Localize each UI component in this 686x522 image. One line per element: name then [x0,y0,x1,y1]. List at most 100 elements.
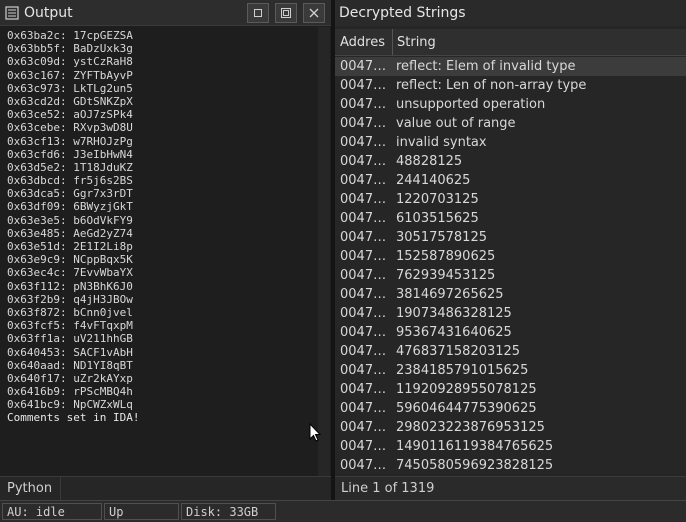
output-line-address: 0x63c167: [7,68,67,82]
status-bar: AU: idle Up Disk: 33GB [0,500,686,522]
output-line-value: NpCWZxWLq [73,398,133,412]
cell-string: 1220703125 [396,192,479,207]
table-row[interactable]: 0047… 59604644775390625 [335,399,686,418]
output-line-address: 0x63f2b9: [7,292,67,306]
cell-address: 0047… [340,287,387,302]
cell-string: reflect: Elem of invalid type [396,59,576,74]
output-line-address: 0x63c09d: [7,55,67,69]
output-line-address: 0x63f112: [7,279,67,293]
cell-string: 476837158203125 [396,344,521,359]
output-line: 0x63ce52: aOJ7zSPk4 [7,108,331,121]
cell-address: 0047… [340,116,387,131]
column-header-string[interactable]: String [393,35,436,50]
cell-string: 762939453125 [396,268,496,283]
table-row[interactable]: 0047… reflect: Len of non-array type [335,76,686,95]
output-line-address: 0x63ff1a: [7,332,67,346]
python-input-bar[interactable]: Python [0,476,331,500]
restore-icon [254,8,262,17]
output-line-value: 2E1I2Li8p [73,240,133,253]
table-row[interactable]: 0047… 1490116119384765625 [335,437,686,456]
au-status: AU: idle [2,503,102,520]
output-line: 0x63df09: 6BWyzjGkT [7,200,331,213]
close-icon [309,8,319,17]
output-line: 0x63e51d: 2E1I2Li8p [7,240,331,253]
column-header-address[interactable]: Addres [335,29,393,55]
cell-address: 0047… [340,211,387,226]
cell-address: 0047… [340,135,387,150]
cell-address: 0047… [340,192,387,207]
output-line: 0x63cebe: RXvp3wD8U [7,121,331,134]
cell-address: 0047… [340,59,387,74]
output-line-address: 0x63fcf5: [7,319,67,333]
table-row[interactable]: 0047… 30517578125 [335,228,686,247]
python-language-button[interactable]: Python [0,477,62,500]
decrypted-strings-pane: Decrypted Strings Addres String 0047… ref… [335,0,686,500]
cell-address: 0047… [340,249,387,264]
output-line: 0x63ec4c: 7EvvWbaYX [7,266,331,279]
cell-string: 1490116119384765625 [396,439,554,454]
table-row[interactable]: 0047… 48828125 [335,152,686,171]
table-row[interactable]: 0047… 6103515625 [335,209,686,228]
output-line-value: rPScMBQ4h [73,385,133,399]
cell-string: invalid syntax [396,135,487,150]
table-row[interactable]: 0047… 152587890625 [335,247,686,266]
cell-string: 2384185791015625 [396,363,529,378]
cell-string: 298023223876953125 [396,420,545,435]
table-row[interactable]: 0047… 244140625 [335,171,686,190]
output-line-address: 0x640aad: [7,358,67,372]
output-line: 0x63e9c9: NCppBqx5K [7,253,331,266]
output-line: 0x63c973: LkTLg2un5 [7,82,331,95]
table-row[interactable]: 0047… 298023223876953125 [335,418,686,437]
table-row[interactable]: 0047… 95367431640625 [335,323,686,342]
output-line: 0x63f112: pN3BhK6J0 [7,280,331,293]
output-line: 0x63e485: AeGd2yZ74 [7,227,331,240]
cell-string: reflect: Len of non-array type [396,78,587,93]
cell-string: 30517578125 [396,230,487,245]
table-row[interactable]: 0047… 3814697265625 [335,285,686,304]
output-line: 0x63cd2d: GDtSNKZpX [7,95,331,108]
output-line-address: 0x63e9c9: [7,253,67,267]
float-button[interactable] [275,2,297,23]
table-row[interactable]: 0047… unsupported operation [335,95,686,114]
restore-button[interactable] [247,2,269,23]
output-line-address: 0x63f872: [7,305,67,319]
output-line: 0x640f17: uZr2kAYxp [7,372,331,385]
output-line-value: RXvp3wD8U [73,121,133,135]
table-row[interactable]: 0047… reflect: Elem of invalid type [335,57,686,76]
output-line-address: 0x640453: [7,345,67,359]
mouse-cursor-icon [309,423,322,442]
output-line-address: 0x63cf13: [7,134,67,148]
output-line-value: bCnn0jvel [73,305,133,319]
output-final-message: Comments set in IDA! [7,411,140,425]
table-row[interactable]: 0047… 11920928955078125 [335,380,686,399]
table-row[interactable]: 0047… 476837158203125 [335,342,686,361]
table-row[interactable]: 0047… 19073486328125 [335,304,686,323]
cell-address: 0047… [340,230,387,245]
strings-line-status: Line 1 of 1319 [335,476,686,500]
output-line: 0x63bb5f: BaDzUxk3g [7,42,331,55]
table-row[interactable]: 0047… value out of range [335,114,686,133]
cell-address: 0047… [340,325,387,340]
cell-address: 0047… [340,363,387,378]
table-row[interactable]: 0047… 2384185791015625 [335,361,686,380]
cell-string: unsupported operation [396,97,546,112]
table-row[interactable]: 0047… 762939453125 [335,266,686,285]
close-button[interactable] [303,2,325,23]
table-row[interactable]: 0047… 7450580596923828125 [335,456,686,475]
cell-string: 244140625 [396,173,471,188]
output-line-value: NCppBqx5K [73,253,133,267]
output-line-value: J3eIbHwN4 [73,147,133,161]
output-line-value: ystCzRaH8 [73,55,133,69]
output-vertical-scrollbar[interactable] [318,27,330,476]
output-log[interactable]: 0x63ba2c: 17cpGEZSA 0x63bb5f: BaDzUxk3g 0x… [0,27,331,476]
output-lines: 0x63ba2c: 17cpGEZSA 0x63bb5f: BaDzUxk3g 0x… [0,27,331,425]
cell-string: 48828125 [396,154,463,169]
table-row[interactable]: 0047… 1220703125 [335,190,686,209]
cell-address: 0047… [340,306,387,321]
output-line-value: ZYFTbAyvP [73,68,133,82]
table-row[interactable]: 0047… invalid syntax [335,133,686,152]
cell-address: 0047… [340,458,387,473]
output-line-address: 0x63d5e2: [7,160,67,174]
output-line-value: BaDzUxk3g [73,42,133,56]
cell-string: 95367431640625 [396,325,512,340]
